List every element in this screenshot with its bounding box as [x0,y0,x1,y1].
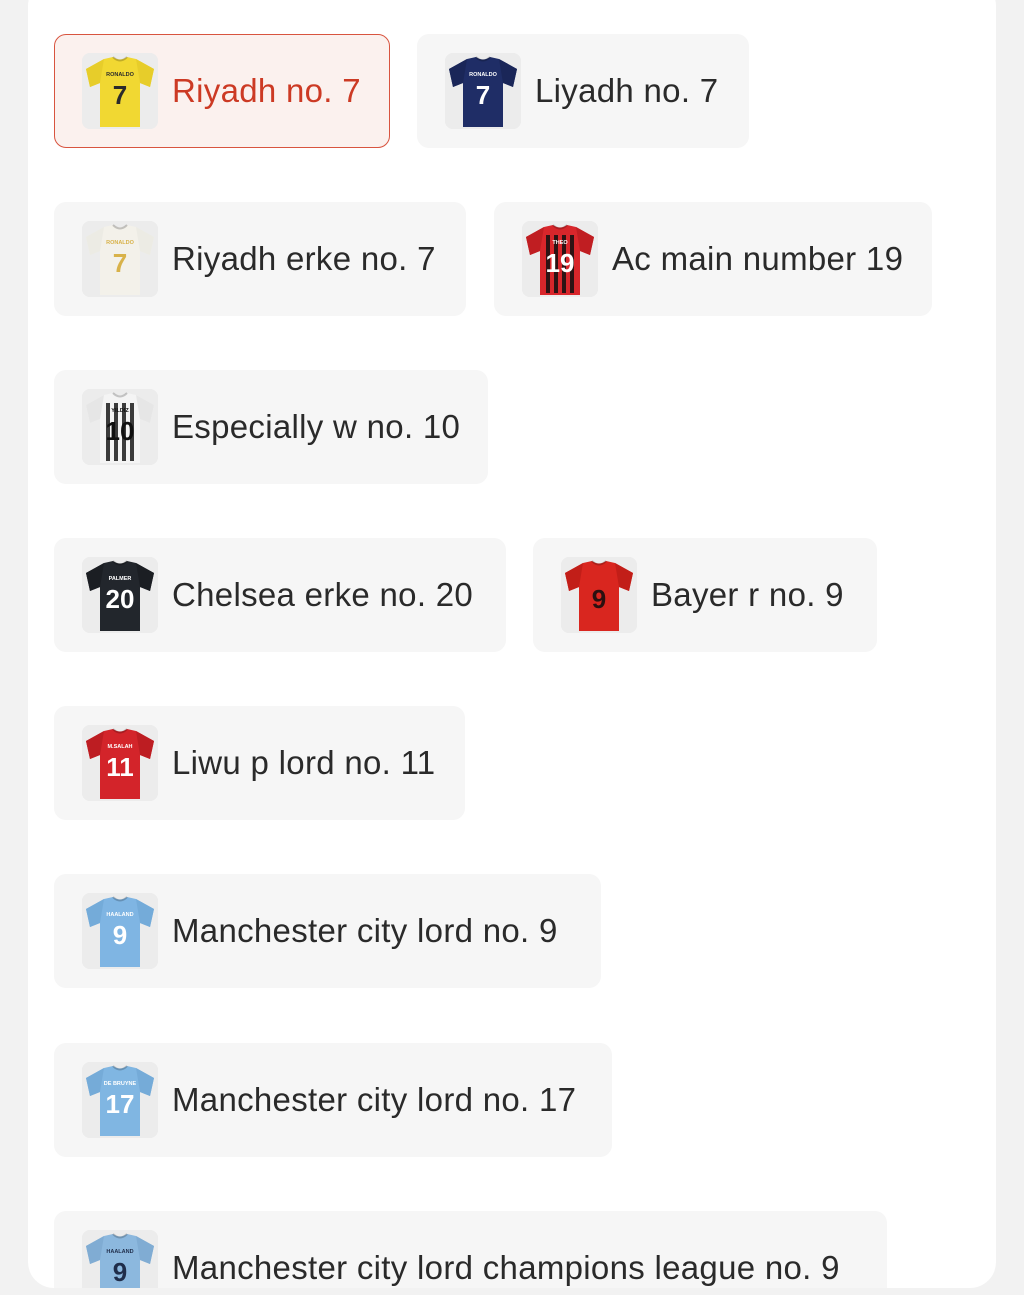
svg-text:9: 9 [113,920,127,950]
svg-text:RONALDO: RONALDO [106,240,135,246]
red-jersey-icon: 9 [561,557,637,633]
option-chip-man-city-17[interactable]: DE BRUYNE 17 Manchester city lord no. 17 [54,1043,612,1157]
option-chip-man-city-9[interactable]: HAALAND 9 Manchester city lord no. 9 [54,874,601,988]
yellow-jersey-icon: RONALDO 7 [82,53,158,129]
option-label: Ac main number 19 [612,240,904,277]
svg-text:YILDIZ: YILDIZ [111,408,129,414]
option-label: Liwu p lord no. 11 [172,744,436,781]
sky-blue-jersey-icon: HAALAND 9 [82,1230,158,1288]
svg-text:HAALAND: HAALAND [106,1249,133,1255]
option-label: Especially w no. 10 [172,408,461,445]
svg-text:7: 7 [113,80,127,110]
option-chip-liyadh-7[interactable]: RONALDO 7 Liyadh no. 7 [417,34,749,148]
option-label: Bayer r no. 9 [651,576,844,613]
dark-jersey-icon: PALMER 20 [82,557,158,633]
navy-jersey-icon: RONALDO 7 [445,53,521,129]
option-chip-ac-main-19[interactable]: THEO 19 Ac main number 19 [494,202,932,316]
option-chip-liwu-p-lord-11[interactable]: M.SALAH 11 Liwu p lord no. 11 [54,706,465,820]
svg-text:9: 9 [592,584,606,614]
sky-blue-jersey-icon: DE BRUYNE 17 [82,1062,158,1138]
option-chip-riyadh-7[interactable]: RONALDO 7 Riyadh no. 7 [54,34,390,148]
option-label: Chelsea erke no. 20 [172,576,474,613]
svg-text:PALMER: PALMER [109,576,132,582]
option-label: Riyadh no. 7 [172,72,361,109]
svg-text:20: 20 [106,584,135,614]
red-jersey-icon: M.SALAH 11 [82,725,158,801]
option-chip-especially-w-10[interactable]: YILDIZ 10 Especially w no. 10 [54,370,488,484]
sky-blue-jersey-icon: HAALAND 9 [82,893,158,969]
svg-text:10: 10 [106,416,135,446]
black-white-jersey-icon: YILDIZ 10 [82,389,158,465]
svg-text:RONALDO: RONALDO [106,72,135,78]
svg-text:11: 11 [106,752,134,782]
svg-text:9: 9 [113,1257,127,1287]
svg-text:THEO: THEO [552,240,568,246]
option-label: Liyadh no. 7 [535,72,719,109]
svg-text:17: 17 [106,1089,135,1119]
svg-text:7: 7 [476,80,490,110]
svg-text:HAALAND: HAALAND [106,912,133,918]
option-label: Manchester city lord no. 9 [172,912,558,949]
option-label: Manchester city lord champions league no… [172,1249,840,1286]
svg-text:7: 7 [113,248,127,278]
product-variant-panel: RONALDO 7 Riyadh no. 7 RONALDO 7 Liyadh no… [28,0,996,1288]
option-chip-bayer-r-9[interactable]: 9 Bayer r no. 9 [533,538,877,652]
option-chip-man-city-cl-9[interactable]: HAALAND 9 Manchester city lord champions … [54,1211,887,1288]
svg-text:DE BRUYNE: DE BRUYNE [104,1081,137,1087]
option-label: Manchester city lord no. 17 [172,1081,577,1118]
red-black-jersey-icon: THEO 19 [522,221,598,297]
option-chip-chelsea-erke-20[interactable]: PALMER 20 Chelsea erke no. 20 [54,538,506,652]
white-jersey-icon: RONALDO 7 [82,221,158,297]
svg-text:M.SALAH: M.SALAH [107,744,132,750]
svg-text:RONALDO: RONALDO [469,72,498,78]
option-chip-riyadh-erke-7[interactable]: RONALDO 7 Riyadh erke no. 7 [54,202,466,316]
option-label: Riyadh erke no. 7 [172,240,436,277]
svg-text:19: 19 [546,248,575,278]
